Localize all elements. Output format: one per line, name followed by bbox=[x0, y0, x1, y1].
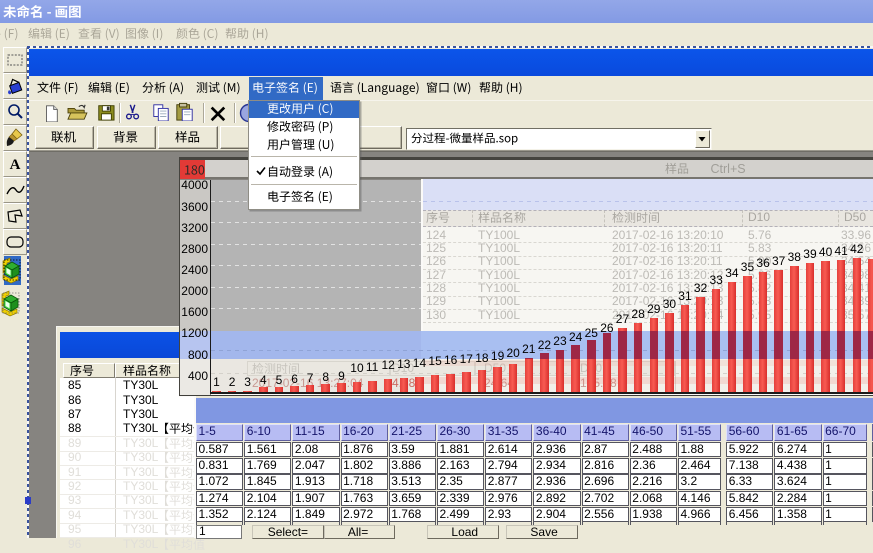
svg-text:A: A bbox=[10, 157, 21, 173]
